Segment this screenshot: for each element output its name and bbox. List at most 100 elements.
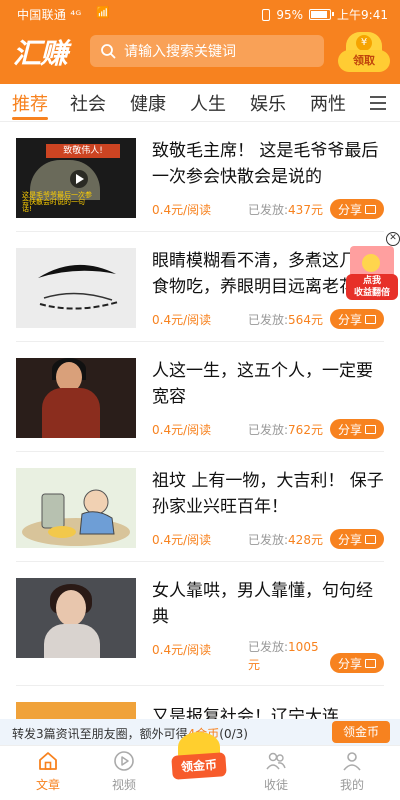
tab-health[interactable]: 健康 [130,90,166,116]
share-icon [365,534,376,544]
floating-reward-ad[interactable]: 点我 收益翻倍 ✕ [346,232,400,306]
article-sent: 已发放:564元 [248,311,323,328]
search-icon [101,44,116,59]
article-thumbnail [16,702,136,719]
article-thumbnail: 致敬伟人! 这是毛爷爷最后一次参会快散会时说的一句话! [16,138,136,218]
article-title[interactable]: 致敬毛主席！ 这是毛爷爷最后一次参会快散会是说的 [152,138,386,190]
carrier-label: 中国联通 ⁴ᴳ [17,8,82,22]
bottom-nav: 文章 视频 领金币 收徒 我的 [0,732,400,800]
share-icon [365,314,376,324]
tab-society[interactable]: 社会 [70,90,106,116]
top-header: 中国联通 ⁴ᴳ 📶 95% 上午9:41 汇赚 请输入搜索关键词 ¥ 领取 [0,0,400,84]
search-placeholder: 请输入搜索关键词 [124,44,236,60]
menu-icon[interactable] [370,96,386,110]
nav-label: 我的 [339,778,364,792]
coin-icon: ¥ [356,35,372,51]
share-button[interactable]: 分享 [330,199,384,219]
wifi-icon: 📶 [96,6,110,19]
share-label: 分享 [337,312,362,327]
article-thumbnail [16,248,136,328]
article-price: 0.4元/阅读 [152,203,212,217]
active-tab-indicator [12,117,48,120]
nav-item-video[interactable]: 视频 [94,750,154,793]
thumbnail-caption: 这是毛爷爷最后一次参会快散会时说的一句话! [22,191,92,213]
sent-label: 已发放: [248,203,289,217]
article-sent: 已发放:1005元 [248,638,322,674]
search-input[interactable]: 请输入搜索关键词 [90,35,324,67]
ad-label-line2: 收益翻倍 [353,288,390,298]
sent-label: 已发放: [248,533,289,547]
share-button[interactable]: 分享 [330,529,384,549]
article-title[interactable]: 人这一生，这五个人，一定要宽容 [152,358,386,410]
article-price: 0.4元/阅读 [152,533,212,547]
article-thumbnail [16,468,136,548]
article-sent: 已发放:437元 [248,201,323,218]
nav-label: 文章 [35,778,60,792]
sent-value: 428元 [288,533,323,547]
article-title[interactable]: 女人靠哄，男人靠懂，句句经典 [152,578,386,630]
article-title[interactable]: 又是报复社会！辽宁大连 [152,704,386,719]
share-button[interactable]: 分享 [330,653,384,673]
nav-center-label: 领金币 [171,752,227,780]
claim-coins-button[interactable]: 领金币 [332,721,390,743]
home-icon [39,752,57,770]
ad-label: 点我 收益翻倍 [346,274,398,300]
sent-label: 已发放: [248,313,289,327]
claim-reward-button[interactable]: ¥ 领取 [338,32,390,76]
nav-item-articles[interactable]: 文章 [18,750,78,793]
nav-item-profile[interactable]: 我的 [322,750,382,793]
status-bar: 中国联通 ⁴ᴳ 📶 95% 上午9:41 [0,0,400,26]
share-label: 分享 [337,532,362,547]
claim-label: 领取 [338,50,390,72]
thumbnail-figure [42,388,100,438]
video-play-icon [114,751,134,771]
app-logo: 汇赚 [13,37,68,70]
share-button[interactable]: 分享 [330,419,384,439]
article-item[interactable]: 致敬伟人! 这是毛爷爷最后一次参会快散会时说的一句话! 致敬毛主席！ 这是毛爷爷… [0,122,400,232]
article-item[interactable]: 祖坟 上有一物，大吉利！ 保子孙家业兴旺百年！ 0.4元/阅读 已发放:428元… [0,452,400,562]
play-icon [70,170,88,188]
nav-item-apprentice[interactable]: 收徒 [246,750,306,793]
article-item[interactable]: 眼睛模糊看不清，多煮这几种食物吃，养眼明目远离老花眼 0.4元/阅读 已发放:5… [0,232,400,342]
article-item[interactable]: 女人靠哄，男人靠懂，句句经典 0.4元/阅读 已发放:1005元 分享 [0,562,400,686]
nav-claim-coins[interactable]: 领金币 [171,732,227,792]
article-price: 0.4元/阅读 [152,423,212,437]
promo-text-a: 转发3篇资讯至朋友圈，额外可得 [12,727,188,741]
article-title[interactable]: 祖坟 上有一物，大吉利！ 保子孙家业兴旺百年！ [152,468,386,520]
tab-entertainment[interactable]: 娱乐 [250,90,286,116]
ad-label-line1: 点我 [362,276,381,286]
user-icon [343,752,361,771]
tab-recommend[interactable]: 推荐 [12,90,48,116]
share-button[interactable]: 分享 [330,309,384,329]
share-label: 分享 [337,656,362,671]
category-tabs: 推荐 社会 健康 人生 娱乐 两性 [0,84,400,122]
share-icon [365,658,376,668]
battery-icon [309,9,335,20]
nav-label: 收徒 [263,778,288,792]
sent-label: 已发放: [248,423,289,437]
article-sent: 已发放:762元 [248,421,323,438]
article-item[interactable]: 人这一生，这五个人，一定要宽容 0.4元/阅读 已发放:762元 分享 [0,342,400,452]
thumbnail-figure [44,624,100,658]
battery-percent: 95% [276,7,304,22]
article-item[interactable]: 又是报复社会！辽宁大连 [0,686,400,719]
sent-label: 已发放: [248,640,289,654]
sent-value: 564元 [288,313,323,327]
article-price: 0.4元/阅读 [152,313,212,327]
people-icon [266,752,286,770]
tab-life[interactable]: 人生 [190,90,226,116]
share-icon [365,204,376,214]
thumbnail-figure [56,590,86,626]
nav-label: 视频 [111,778,136,792]
article-thumbnail [16,358,136,438]
article-sent: 已发放:428元 [248,531,323,548]
article-feed[interactable]: 致敬伟人! 这是毛爷爷最后一次参会快散会时说的一句话! 致敬毛主席！ 这是毛爷爷… [0,122,400,719]
eye-illustration [38,264,119,310]
close-icon[interactable]: ✕ [386,232,400,246]
sent-value: 437元 [288,203,323,217]
sent-value: 762元 [288,423,323,437]
share-label: 分享 [337,422,362,437]
tab-relationships[interactable]: 两性 [310,90,346,116]
clock: 上午9:41 [337,8,388,22]
article-thumbnail [16,578,136,658]
